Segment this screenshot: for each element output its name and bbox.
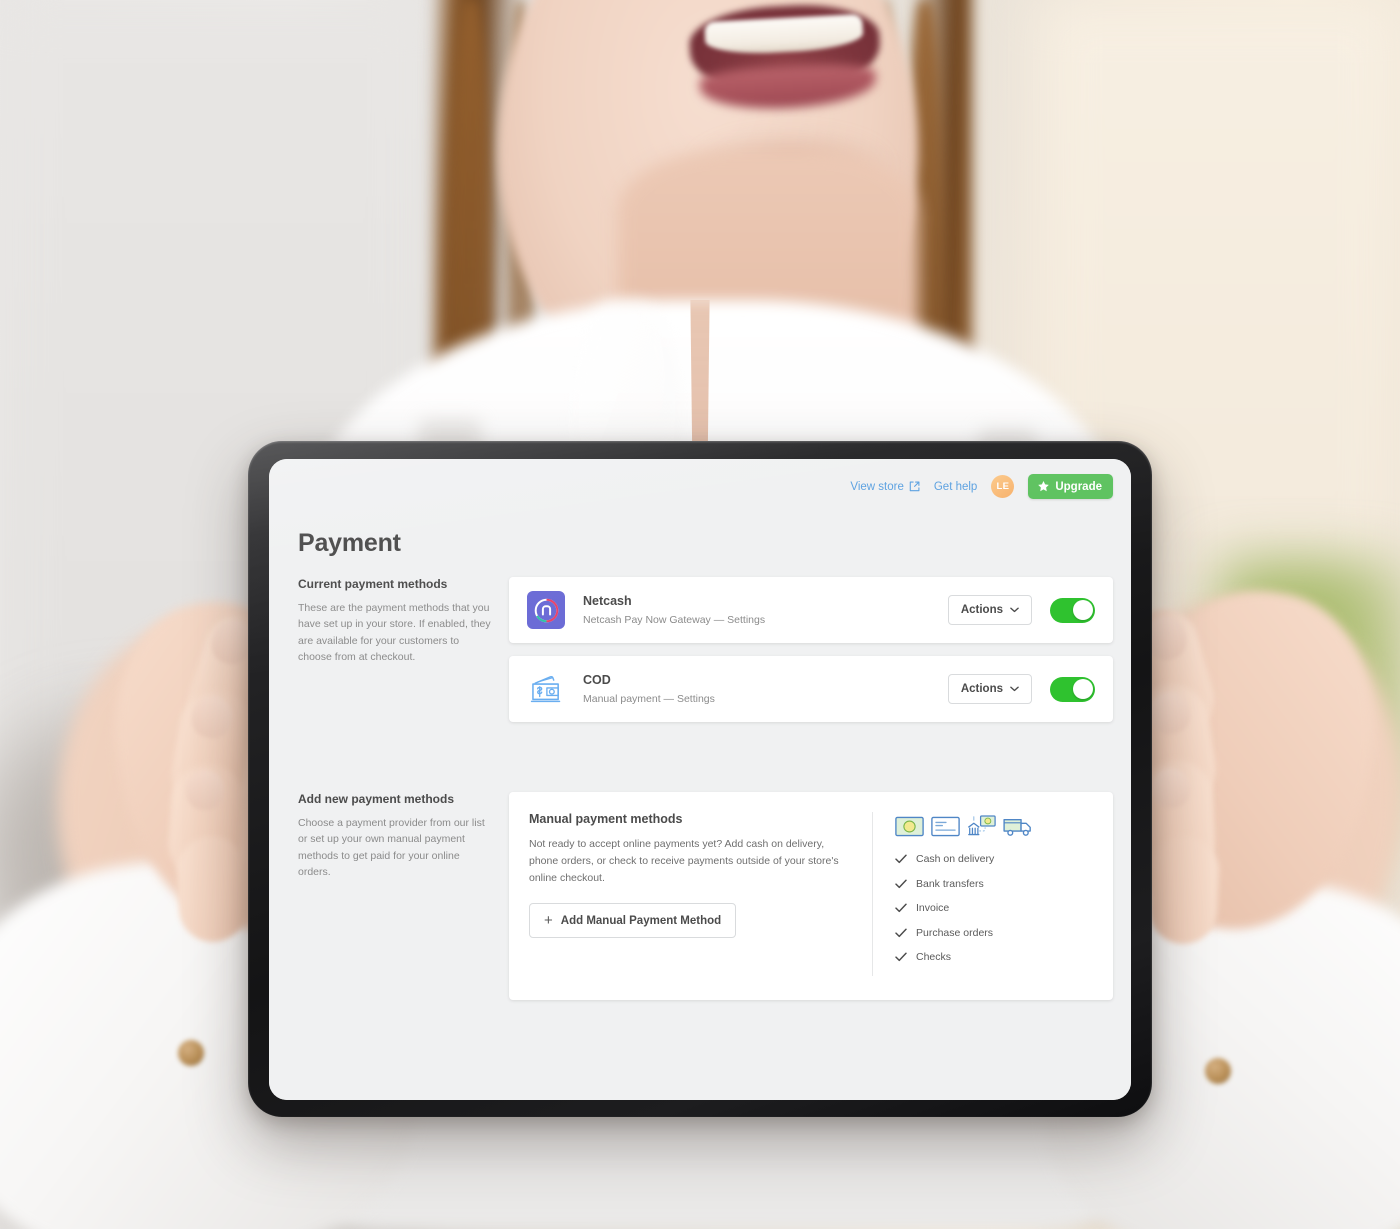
feature-label: Cash on delivery [916,853,995,865]
delivery-truck-icon [1003,818,1031,836]
avatar[interactable]: LE [991,475,1015,498]
list-item: Purchase orders [895,927,1091,939]
external-link-icon [909,481,920,492]
enable-toggle-cod[interactable] [1050,676,1095,702]
list-item: Checks [895,951,1091,963]
right-pinky-finger [1148,834,1220,946]
manual-card-title: Manual payment methods [529,812,683,826]
manual-payment-card: Manual payment methods Not ready to acce… [509,792,1113,1000]
current-section-title: Current payment methods [298,577,448,591]
manual-features-list: Cash on delivery Bank transfers Invoice [895,853,1091,963]
feature-label: Invoice [916,902,950,914]
top-bar: View store Get help LE Upgrade [850,474,1113,499]
feature-label: Bank transfers [916,877,984,890]
netcash-info: Netcash Netcash Pay Now Gateway — Settin… [583,594,948,626]
view-store-label: View store [850,480,904,493]
list-item: Cash on delivery [895,853,1091,865]
add-section-description: Choose a payment provider from our list … [298,817,485,878]
payment-method-row-cod: COD Manual payment — Settings Actions [509,656,1113,722]
chevron-down-icon [1010,686,1019,692]
cod-info: COD Manual payment — Settings [583,673,948,705]
payment-method-name: Netcash [583,594,632,608]
current-payment-methods-section: Current payment methods These are the pa… [298,577,1113,735]
check-icon [931,816,960,837]
plus-icon: + [544,912,553,930]
chevron-down-icon [1010,607,1019,613]
star-icon [1038,481,1050,492]
list-item: Bank transfers [895,878,1091,890]
current-section-text: Current payment methods These are the pa… [298,577,509,665]
manual-card-aside: Cash on delivery Bank transfers Invoice [872,812,1091,976]
feature-label: Checks [916,951,952,963]
toggle-knob [1072,679,1093,699]
check-mark-icon [895,928,907,937]
netcash-logo-tile [527,591,565,629]
add-manual-payment-method-button[interactable]: + Add Manual Payment Method [529,903,737,939]
left-pinky-finger [176,834,248,944]
payment-settings-app: View store Get help LE Upgrade Payment C… [269,459,1131,1100]
actions-button-netcash[interactable]: Actions [947,595,1032,625]
add-manual-label: Add Manual Payment Method [560,914,722,927]
actions-label: Actions [960,683,1003,695]
enable-toggle-netcash[interactable] [1050,597,1095,623]
cod-logo [527,670,565,708]
check-mark-icon [895,854,907,864]
netcash-monogram-icon [534,598,558,622]
tablet-screen: View store Get help LE Upgrade Payment C… [269,459,1131,1100]
wallet-icon [530,675,561,703]
add-payment-methods-section: Add new payment methods Choose a payment… [298,792,1113,1000]
add-section-title: Add new payment methods [298,792,455,806]
get-help-link[interactable]: Get help [934,481,977,493]
current-section-description: These are the payment methods that you h… [298,602,491,663]
left-cuff-button [178,1040,204,1066]
cash-icon [895,816,924,837]
actions-button-cod[interactable]: Actions [947,674,1032,704]
payment-method-name: COD [583,673,611,687]
check-mark-icon [895,952,907,962]
upgrade-label: Upgrade [1055,480,1102,493]
page-title: Payment [298,529,401,557]
upgrade-button[interactable]: Upgrade [1028,474,1113,499]
payment-method-row-netcash: Netcash Netcash Pay Now Gateway — Settin… [509,577,1113,643]
add-section-text: Add new payment methods Choose a payment… [298,792,509,880]
get-help-label: Get help [933,480,978,493]
actions-label: Actions [960,604,1003,616]
content-area: Current payment methods These are the pa… [298,577,1113,1000]
right-cuff-button [1205,1058,1231,1084]
payment-method-list: Netcash Netcash Pay Now Gateway — Settin… [509,577,1113,735]
bank-transfer-icon [967,815,996,836]
manual-card-description: Not ready to accept online payments yet?… [529,838,839,884]
netcash-logo [527,591,565,629]
list-item: Invoice [895,902,1091,914]
tablet-device: View store Get help LE Upgrade Payment C… [248,441,1152,1117]
feature-label: Purchase orders [916,926,994,939]
avatar-initials: LE [996,481,1010,492]
view-store-link[interactable]: View store [850,480,920,493]
manual-method-icons [895,814,1091,837]
check-mark-icon [895,879,907,888]
payment-method-subtitle[interactable]: Netcash Pay Now Gateway — Settings [583,614,948,626]
payment-method-subtitle[interactable]: Manual payment — Settings [583,693,948,705]
manual-card-main: Manual payment methods Not ready to acce… [529,812,872,976]
check-mark-icon [895,903,907,913]
manual-methods-panel: Manual payment methods Not ready to acce… [509,792,1113,1000]
toggle-knob [1072,600,1093,620]
